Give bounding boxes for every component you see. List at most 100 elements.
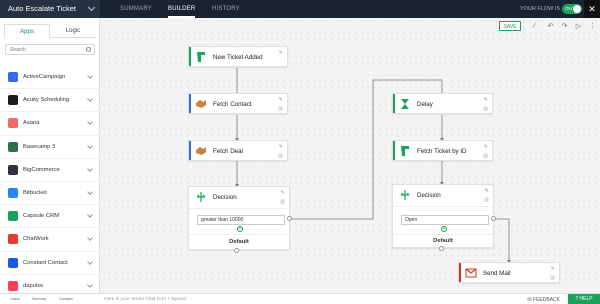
app-list-item[interactable]: Acuity Scheduling [0, 89, 100, 113]
app-list-item[interactable]: Basecamp 3 [0, 136, 100, 159]
node-accent [189, 141, 191, 160]
magic-wand-icon[interactable]: ⁄ [531, 23, 538, 30]
play-icon[interactable]: ▷ [575, 23, 582, 30]
more-options-icon[interactable]: ⋮ [589, 23, 596, 30]
node-title: Decision [213, 194, 237, 201]
chevron-down-icon[interactable] [87, 281, 93, 288]
save-button[interactable]: SAVE [499, 21, 521, 31]
node-decision-right[interactable]: Decision ✎ ▥ Open + Default [392, 184, 494, 248]
flow-name-dropdown[interactable]: Auto Escalate Ticket [0, 0, 100, 18]
chevron-down-icon[interactable] [87, 235, 93, 242]
connector-port[interactable] [287, 216, 292, 221]
feedback-label: FEEDBACK [533, 297, 560, 303]
node-delay[interactable]: Delay ✎ ▥ [392, 93, 493, 114]
edit-icon[interactable]: ✎ [485, 188, 489, 194]
redo-icon[interactable]: ↷ [561, 23, 568, 30]
add-condition-icon[interactable]: + [237, 226, 243, 232]
decision-condition-field[interactable]: Open [401, 215, 489, 225]
app-list-item[interactable]: Asana [0, 112, 100, 136]
undo-icon[interactable]: ↶ [547, 23, 554, 30]
search-input[interactable] [5, 44, 95, 55]
decision-icon [195, 191, 207, 203]
close-button[interactable]: ✕ [584, 0, 600, 18]
app-list-item[interactable]: ActiveCampaign [0, 66, 100, 90]
node-send-mail[interactable]: Send Mail ✎ ▥ [458, 262, 560, 283]
bottom-nav-users[interactable]: Users [5, 297, 25, 301]
chevron-down-icon[interactable] [87, 258, 93, 265]
app-name: Capsule CRM [23, 213, 60, 220]
tab-history[interactable]: HISTORY [212, 0, 240, 18]
chevron-down-icon[interactable] [87, 73, 93, 79]
connector-lines [235, 68, 511, 263]
app-logo-icon [8, 72, 18, 82]
handshake-icon [195, 98, 207, 110]
decision-icon [399, 189, 411, 201]
edit-icon[interactable]: ✎ [281, 190, 285, 196]
tab-logic[interactable]: Logic [50, 24, 96, 38]
tab-builder[interactable]: BUILDER [168, 0, 196, 18]
bottom-nav-contacts[interactable]: Contacts [56, 297, 76, 301]
node-fetch-ticket[interactable]: Fetch Ticket by ID ✎ ▥ [392, 140, 493, 161]
chevron-down-icon[interactable] [87, 142, 93, 149]
handshake-icon [195, 145, 207, 157]
app-name: ActiveCampaign [23, 74, 66, 80]
bottom-nav-overview[interactable]: Overview [29, 297, 49, 301]
chevron-down-icon[interactable] [87, 189, 93, 195]
flow-canvas[interactable]: SAVE ⁄ ↶ ↷ ▷ ⋮ New Ticket Added ✎ Fetch … [101, 18, 600, 293]
app-logo-icon [8, 164, 18, 175]
chevron-down-icon[interactable] [87, 119, 93, 126]
default-branch-label: Default [229, 239, 249, 245]
edit-icon[interactable]: ✎ [279, 144, 283, 150]
app-logo-icon [8, 187, 18, 198]
chevron-down-icon[interactable] [87, 212, 93, 218]
help-button[interactable]: ? HELP [568, 294, 600, 304]
node-accent [459, 263, 461, 282]
node-new-ticket[interactable]: New Ticket Added ✎ [188, 46, 288, 67]
app-name: BigCommerce [23, 166, 60, 173]
edit-icon[interactable]: ✎ [484, 97, 488, 103]
edit-icon[interactable]: ✎ [279, 97, 283, 103]
connector-port[interactable] [234, 248, 239, 253]
app-list-item[interactable]: Bitbucket [0, 182, 100, 206]
connector-line [494, 218, 510, 262]
node-accent [393, 141, 395, 160]
app-name: Constant Contact [23, 259, 68, 266]
freshdesk-icon [399, 145, 411, 157]
flow-name: Auto Escalate Ticket [8, 4, 76, 13]
chevron-down-icon[interactable] [87, 165, 93, 172]
node-title: Fetch Deal [213, 148, 243, 155]
app-list-item[interactable]: ChatWork [0, 228, 100, 252]
trash-icon[interactable]: ▥ [550, 275, 555, 281]
add-condition-icon[interactable]: + [441, 226, 447, 232]
tab-apps[interactable]: Apps [4, 24, 50, 39]
trash-icon[interactable]: ▥ [483, 153, 488, 159]
trash-icon[interactable]: ▥ [483, 106, 488, 112]
node-title: Delay [417, 101, 433, 108]
edit-icon[interactable]: ✎ [279, 50, 283, 56]
node-fetch-deal[interactable]: Fetch Deal ✎ ▥ [188, 140, 288, 161]
tab-summary[interactable]: SUMMARY [120, 0, 152, 18]
trash-icon[interactable]: ▥ [484, 197, 489, 203]
connector-port[interactable] [491, 216, 496, 221]
smart-chat-input[interactable]: Here is your Smart Chat (Ctrl + Space) [104, 297, 187, 302]
decision-condition-field[interactable]: greater than 10000 [197, 215, 285, 225]
chevron-down-icon[interactable] [87, 96, 93, 103]
app-list-item[interactable]: Constant Contact [0, 252, 100, 275]
app-logo-icon [8, 280, 18, 291]
sidebar: Apps Logic ActiveCampaign Acuity Scheduli… [0, 18, 100, 298]
edit-icon[interactable]: ✎ [484, 144, 488, 150]
feedback-button[interactable]: ✉ FEEDBACK [527, 297, 560, 303]
app-list-item[interactable]: Capsule CRM [0, 205, 100, 229]
trash-icon[interactable]: ▥ [280, 199, 285, 205]
node-accent [189, 94, 191, 113]
connector-port[interactable] [439, 246, 444, 251]
app-logo-icon [8, 211, 18, 222]
app-name: Acuity Scheduling [23, 97, 70, 104]
trash-icon[interactable]: ▥ [278, 153, 283, 159]
trash-icon[interactable]: ▥ [278, 106, 283, 112]
app-list-item[interactable]: BigCommerce [0, 159, 100, 182]
node-decision-left[interactable]: Decision ✎ ▥ greater than 10000 + Defaul… [188, 186, 290, 250]
flow-on-toggle[interactable]: ON [562, 4, 582, 14]
edit-icon[interactable]: ✎ [551, 266, 555, 272]
node-fetch-contact[interactable]: Fetch Contact ✎ ▥ [188, 93, 288, 114]
